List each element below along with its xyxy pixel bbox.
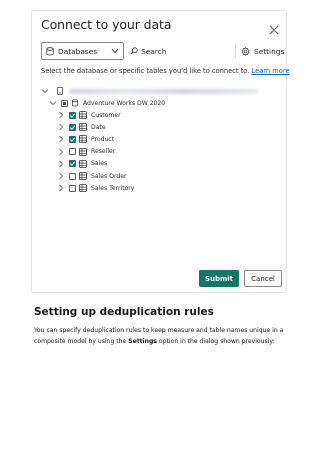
- table-name: Sales Territory: [91, 184, 135, 192]
- table-icon: [79, 111, 87, 119]
- table-icon: [79, 172, 87, 180]
- section-heading: Setting up deduplication rules: [34, 306, 214, 318]
- table-checkbox[interactable]: [69, 123, 76, 131]
- learn-more-link[interactable]: Learn more: [251, 67, 289, 75]
- table-row[interactable]: Date: [57, 121, 106, 133]
- table-row[interactable]: Reseller: [57, 146, 115, 158]
- table-checkbox[interactable]: [69, 172, 76, 180]
- search-icon: [130, 47, 138, 55]
- dialog-title: Connect to your data: [41, 17, 172, 32]
- toolbar-divider: [235, 44, 236, 58]
- submit-button[interactable]: Submit: [199, 270, 239, 287]
- database-icon: [46, 46, 54, 55]
- close-icon[interactable]: [269, 20, 279, 35]
- model-checkbox[interactable]: [61, 99, 68, 107]
- gear-icon: [241, 46, 250, 56]
- table-row[interactable]: Sales: [57, 158, 107, 170]
- dialog-toolbar: Databases Search Settings: [41, 42, 284, 60]
- chevron-down-icon: [111, 48, 119, 54]
- chevron-right-icon[interactable]: [57, 123, 65, 131]
- table-icon: [79, 123, 87, 132]
- tree-model-row[interactable]: Adventure Works DW 2020: [49, 97, 165, 109]
- section-paragraph: You can specify deduplication rules to k…: [34, 327, 284, 345]
- table-icon: [79, 147, 87, 156]
- server-name-redacted: [69, 88, 259, 94]
- table-name: Date: [91, 123, 106, 131]
- table-checkbox[interactable]: [69, 111, 76, 119]
- table-row[interactable]: Sales Order: [57, 170, 126, 182]
- chevron-right-icon[interactable]: [57, 172, 65, 180]
- search-label: Search: [141, 46, 167, 56]
- server-icon: [57, 87, 63, 95]
- cancel-button[interactable]: Cancel: [244, 270, 282, 287]
- table-checkbox[interactable]: [69, 160, 76, 168]
- instructions-text: Select the database or specific tables y…: [41, 67, 290, 75]
- table-icon: [79, 184, 87, 193]
- table-name: Sales: [91, 160, 108, 168]
- table-icon: [79, 159, 87, 168]
- table-checkbox[interactable]: [69, 184, 76, 192]
- table-name: Customer: [91, 111, 121, 119]
- settings-button[interactable]: Settings: [241, 42, 284, 60]
- chevron-down-icon[interactable]: [41, 87, 49, 95]
- model-name: Adventure Works DW 2020: [83, 99, 166, 107]
- table-icon: [79, 135, 87, 144]
- table-name: Sales Order: [91, 172, 127, 180]
- table-name: Reseller: [91, 148, 116, 156]
- table-row[interactable]: Sales Territory: [57, 182, 134, 194]
- table-checkbox[interactable]: [69, 135, 76, 143]
- connect-dialog: Connect to your data Databases Search Se…: [31, 10, 290, 293]
- search-button[interactable]: Search: [130, 42, 166, 60]
- chevron-down-icon[interactable]: [49, 99, 57, 107]
- database-select[interactable]: Databases: [41, 42, 124, 60]
- chevron-right-icon[interactable]: [57, 135, 65, 143]
- database-select-value: Databases: [58, 46, 98, 56]
- settings-label: Settings: [254, 46, 285, 56]
- chevron-right-icon[interactable]: [57, 148, 65, 156]
- table-checkbox[interactable]: [69, 148, 76, 156]
- table-row[interactable]: Customer: [57, 109, 121, 121]
- chevron-right-icon[interactable]: [57, 160, 65, 168]
- settings-emphasis: Settings: [128, 337, 157, 345]
- table-name: Product: [91, 135, 115, 143]
- database-icon: [71, 99, 79, 107]
- table-row[interactable]: Product: [57, 133, 114, 145]
- chevron-right-icon[interactable]: [57, 111, 65, 119]
- tree-server-row[interactable]: [41, 85, 259, 97]
- chevron-right-icon[interactable]: [57, 184, 65, 192]
